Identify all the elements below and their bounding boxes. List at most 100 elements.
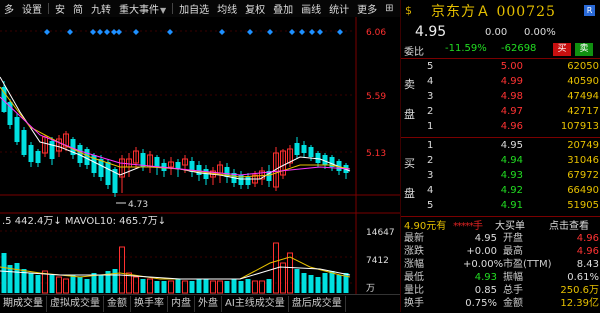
tab-amount[interactable]: 金额 (104, 296, 131, 312)
volume-bar (238, 281, 244, 293)
volume-bar (231, 279, 237, 293)
ask-row[interactable]: 3 4.98 47494 (401, 89, 600, 104)
volume-bar (301, 273, 307, 293)
volume-axis-label: 14647 (366, 228, 395, 238)
order-ratio-diff: -62698 (501, 43, 537, 54)
price-row: 4.95 0.00 0.00% (401, 24, 600, 42)
volume-axis-label: 万 (366, 284, 375, 294)
volume-bar (266, 279, 272, 293)
volume-bar (308, 275, 314, 293)
stat-label: 涨跌 (404, 246, 424, 257)
bid-row[interactable]: 5 4.91 51905 (401, 198, 600, 213)
ask-book: 卖 盘 5 5.00 62050 4 4.99 40590 3 4.98 47494 2 4.… (401, 59, 600, 134)
buy-button[interactable]: 买 (553, 43, 571, 56)
tab-volume[interactable]: 期成交量 (0, 296, 47, 312)
volume-bar (63, 278, 69, 294)
volume-bar (70, 275, 76, 293)
ask-row[interactable]: 2 4.97 42717 (401, 104, 600, 119)
event-marker-icon (90, 29, 96, 35)
stat-row: 涨跌 +0.00 最高 4.96 (401, 245, 600, 258)
tab-virtual-volume[interactable]: 虚拟成交量 (47, 296, 104, 312)
ask-level: 4 (427, 76, 434, 87)
ask-price: 4.96 (500, 121, 523, 132)
ask-row[interactable]: 4 4.99 40590 (401, 74, 600, 89)
stat-row: 最新 4.95 开盘 4.96 (401, 232, 600, 245)
event-marker-icon (133, 29, 139, 35)
ask-qty: 47494 (567, 91, 599, 102)
grid-icon[interactable]: ⊞ (381, 3, 397, 14)
volume-bar (154, 281, 160, 293)
order-ratio-label: 委比 (404, 47, 424, 58)
view-details-link[interactable]: 点击查看 (549, 217, 589, 232)
kline-chart-area[interactable]: 6.06 5.59 5.13 4.73 .5 442.4万↓ MAVOL10: 465.… (0, 17, 400, 295)
event-marker-icon (299, 29, 305, 35)
ask-qty: 42717 (567, 106, 599, 117)
stat-label: 量比 (404, 285, 424, 296)
volume-bar (14, 263, 20, 293)
stock-name-code: 京东方Ａ 000725 (431, 4, 556, 20)
toolbar-item-more[interactable]: 更多 (353, 1, 381, 16)
order-ratio-row: 委比 -11.59% -62698 买 卖 (401, 43, 600, 58)
ask-qty: 107913 (560, 121, 599, 132)
candle-body (84, 149, 90, 165)
toolbar-item-add-watchlist[interactable]: 加自选 (175, 1, 213, 16)
candle-body (49, 141, 55, 159)
bid-qty: 51905 (567, 200, 599, 211)
toolbar-item-stats[interactable]: 统计 (325, 1, 353, 16)
stat-value: 4.96 (576, 246, 599, 257)
stat-value: 8.43 (576, 259, 599, 270)
toolbar-item-adjust[interactable]: 复权 (241, 1, 269, 16)
bid-row[interactable]: 2 4.94 31046 (401, 153, 600, 168)
ask-level: 1 (427, 121, 434, 132)
bid-row[interactable]: 3 4.93 67972 (401, 168, 600, 183)
toolbar-item-nine-turn[interactable]: 九转 (87, 1, 115, 16)
order-ratio-value: -11.59% (445, 43, 487, 54)
last-price: 4.95 (415, 24, 447, 40)
event-marker-icon (167, 29, 173, 35)
bid-row[interactable]: 4 4.92 66490 (401, 183, 600, 198)
bid-level: 4 (427, 185, 434, 196)
ask-row[interactable]: 5 5.00 62050 (401, 59, 600, 74)
volume-bar (245, 279, 251, 293)
stat-value: 250.6万 (560, 285, 599, 296)
candle-body (315, 153, 321, 163)
candle-body (28, 145, 34, 162)
tab-outer-volume[interactable]: 外盘 (195, 296, 222, 312)
sell-button[interactable]: 卖 (575, 43, 593, 56)
kline-chart[interactable]: 6.06 5.59 5.13 4.73 .5 442.4万↓ MAVOL10: 465.… (0, 17, 400, 295)
volume-bar (315, 277, 321, 293)
tab-after-hours-volume[interactable]: 盘后成交量 (289, 296, 346, 312)
stat-label: 市盈(TTM) (503, 259, 552, 270)
candle-body (294, 143, 300, 155)
ask-row[interactable]: 1 4.96 107913 (401, 119, 600, 134)
big-order-qty: *****手 (453, 221, 483, 232)
volume-bar (147, 278, 153, 294)
ask-level: 5 (427, 61, 434, 72)
toolbar-item-an[interactable]: 安 (51, 1, 69, 16)
toolbar-item-overlay[interactable]: 叠加 (269, 1, 297, 16)
bid-book: 买 盘 1 4.95 20749 2 4.94 31046 3 4.93 67972 4 4.… (401, 138, 600, 213)
toolbar-item-settings[interactable]: 设置 (18, 1, 46, 16)
toolbar-item-major-events[interactable]: 重大事件▼ (115, 1, 170, 16)
volume-bar (322, 273, 328, 293)
volume-bar (140, 279, 146, 293)
tab-turnover[interactable]: 换手率 (131, 296, 168, 312)
bid-level: 5 (427, 200, 434, 211)
toolbar-item-multi[interactable]: 多 (0, 1, 18, 16)
toolbar-item-ma[interactable]: 均线 (213, 1, 241, 16)
big-order-price: 4.90元有 (404, 221, 447, 232)
toolbar-item-jian[interactable]: 简 (69, 1, 87, 16)
tab-inner-volume[interactable]: 内盘 (168, 296, 195, 312)
price-change: 0.00 (485, 27, 508, 38)
toolbar-divider (48, 3, 49, 14)
bid-row[interactable]: 1 4.95 20749 (401, 138, 600, 153)
volume-axis-label: 7412 (366, 256, 389, 266)
tab-ai-volume[interactable]: AI主线成交量 (222, 296, 289, 312)
margin-badge[interactable]: R (584, 5, 595, 16)
bid-qty: 20749 (567, 140, 599, 151)
quote-stats: 最新 4.95 开盘 4.96 涨跌 +0.00 最高 4.96 涨幅 +0.00% 市盈(TT… (401, 232, 600, 310)
toolbar-item-draw[interactable]: 画线 (297, 1, 325, 16)
event-marker-icon (116, 29, 122, 35)
stat-label: 振幅 (503, 272, 523, 283)
stock-title-row: $ 京东方Ａ 000725 R (401, 0, 600, 22)
